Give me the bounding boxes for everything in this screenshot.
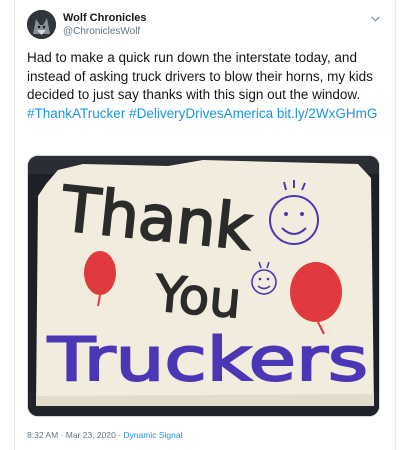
hashtag-deliverydrivesamerica[interactable]: #DeliveryDrivesAmerica xyxy=(129,106,273,121)
tweet-photo[interactable]: Thank You Truckers xyxy=(27,155,380,417)
sign-word-truckers: Truckers xyxy=(47,325,368,395)
author-handle[interactable]: @ChroniclesWolf xyxy=(63,25,147,38)
tweet-timestamp[interactable]: 8:32 AM · Mar 23, 2020 xyxy=(27,430,116,440)
photo-thank-you-sign: Thank You Truckers xyxy=(28,156,379,416)
tweet-text: Had to make a quick run down the interst… xyxy=(27,49,383,123)
author-names: Wolf Chronicles @ChroniclesWolf xyxy=(63,11,147,38)
hashtag-thankatrucker[interactable]: #ThankATrucker xyxy=(27,106,125,121)
chevron-down-icon[interactable] xyxy=(368,12,382,26)
tweet-source[interactable]: Dynamic Signal xyxy=(123,430,182,440)
tweet-footer: 8:32 AM · Mar 23, 2020 · Dynamic Signal xyxy=(27,430,182,440)
tweet-body: Had to make a quick run down the interst… xyxy=(27,50,373,102)
tweet-card: Wolf Chronicles @ChroniclesWolf Had to m… xyxy=(0,0,402,450)
shortened-link[interactable]: bit.ly/2WxGHmG xyxy=(277,106,378,121)
tweet-header: Wolf Chronicles @ChroniclesWolf xyxy=(27,10,382,40)
wolf-avatar-image xyxy=(27,10,56,39)
avatar[interactable] xyxy=(27,10,56,39)
author-display-name[interactable]: Wolf Chronicles xyxy=(63,11,147,25)
sign-word-you: You xyxy=(152,264,244,329)
